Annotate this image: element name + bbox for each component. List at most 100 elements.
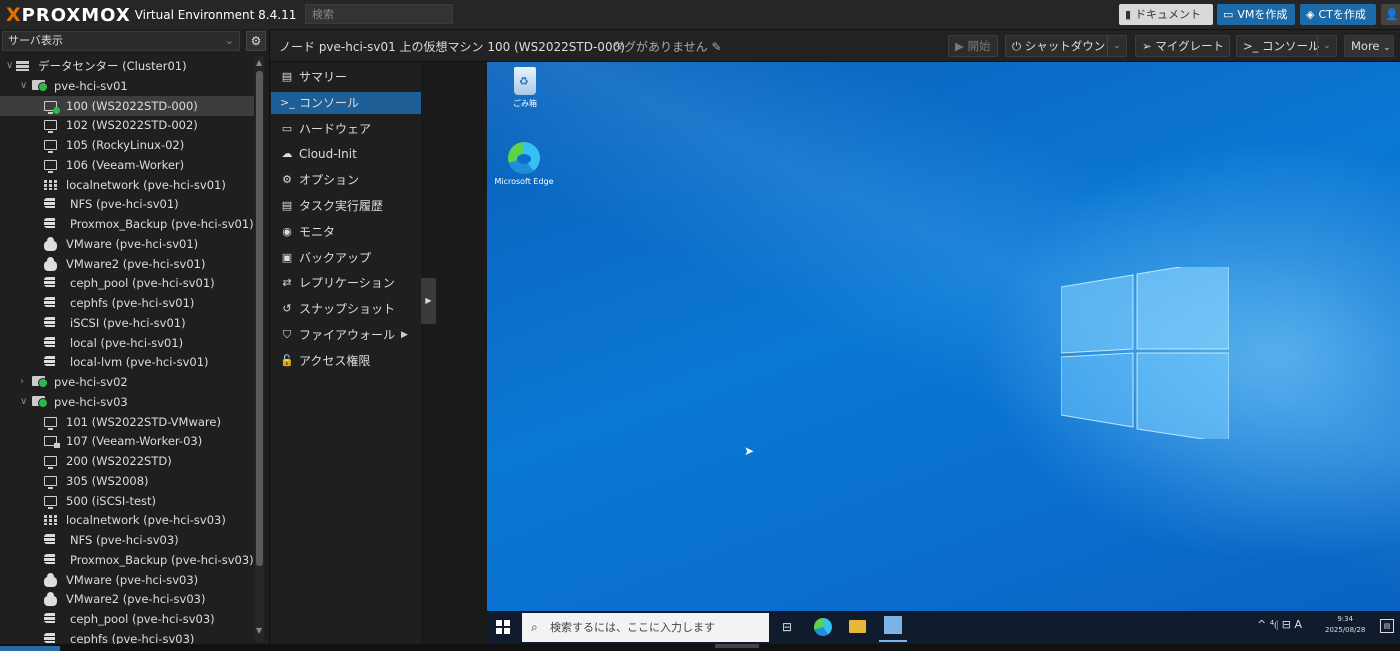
server-manager-icon[interactable] [884, 616, 902, 634]
tree-item-label: VMware2 (pve-hci-sv03) [66, 592, 206, 607]
windows-start-icon[interactable] [496, 620, 510, 634]
search-input[interactable]: 検索 [305, 4, 453, 24]
tree-item[interactable]: local (pve-hci-sv01) [0, 333, 254, 353]
system-tray[interactable]: ^ ⁴⦇ ⊟ A [1257, 618, 1302, 632]
tree-item[interactable]: 500 (iSCSI-test) [0, 491, 254, 511]
tree-item[interactable]: 100 (WS2022STD-000) [0, 95, 254, 116]
tree-item[interactable]: iSCSI (pve-hci-sv01) [0, 313, 254, 333]
nav-item[interactable]: 🔓 アクセス権限 [271, 350, 421, 372]
recycle-bin-shortcut[interactable]: ごみ箱 [505, 67, 545, 109]
tree-item[interactable]: Proxmox_Backup (pve-hci-sv03) [0, 550, 254, 570]
nav-item[interactable]: ▤ タスク実行履歴 [271, 195, 421, 217]
proxmox-logo[interactable]: X PROXMOX Virtual Environment 8.4.11 [6, 5, 296, 26]
console-button[interactable]: >_ コンソール ⌄ [1236, 35, 1337, 57]
tree-item-label: cephfs (pve-hci-sv03) [70, 631, 195, 644]
tree-item[interactable]: 101 (WS2022STD-VMware) [0, 412, 254, 432]
storage-icon [44, 356, 57, 367]
tree-item[interactable]: local-lvm (pve-hci-sv01) [0, 352, 254, 372]
storage-icon [44, 336, 57, 347]
vm-icon [44, 495, 57, 509]
nav-item[interactable]: ◉ モニタ [271, 221, 421, 243]
nav-item[interactable]: ⚙ オプション [271, 169, 421, 191]
notification-icon[interactable]: ▤ [1380, 619, 1394, 633]
collapse-nav-button[interactable]: ▶ [421, 278, 436, 324]
tree-item[interactable]: VMware2 (pve-hci-sv01) [0, 254, 254, 274]
shutdown-dropdown-icon[interactable]: ⌄ [1107, 36, 1126, 56]
console-dropdown-icon[interactable]: ⌄ [1317, 36, 1336, 56]
tree-item-label: Proxmox_Backup (pve-hci-sv03) [70, 552, 254, 567]
nav-item[interactable]: ▣ バックアップ [271, 247, 421, 269]
tree-item[interactable]: › pve-hci-sv02 [0, 372, 254, 392]
nav-item[interactable]: ↺ スナップショット [271, 298, 421, 320]
nav-item[interactable]: ⛉ ファイアウォール ▶ [271, 324, 421, 346]
tree-item-label: iSCSI (pve-hci-sv01) [70, 315, 186, 330]
tree-item-label: local (pve-hci-sv01) [70, 335, 184, 350]
tree-item[interactable]: ceph_pool (pve-hci-sv01) [0, 273, 254, 293]
cloud-storage-icon [44, 572, 57, 587]
nav-item[interactable]: >_ コンソール [271, 91, 421, 114]
taskbar-clock[interactable]: 9:34 2025/08/28 [1325, 614, 1365, 636]
start-button[interactable]: ▶ 開始 [948, 35, 998, 57]
tree-item[interactable]: 102 (WS2022STD-002) [0, 115, 254, 135]
nav-item[interactable]: ☁ Cloud-Init [271, 143, 421, 165]
scroll-up-icon[interactable]: ▲ [256, 58, 262, 67]
expand-toggle-icon[interactable]: › [20, 372, 24, 392]
content-header: ノード pve-hci-sv01 上の仮想マシン 100 (WS2022STD-… [270, 30, 1400, 62]
taskbar-search-input[interactable]: ⌕ 検索するには、ここに入力します [522, 613, 769, 642]
create-vm-button[interactable]: ▭ VMを作成 [1217, 4, 1295, 25]
summary-icon: ▤ [281, 70, 293, 83]
edge-shortcut[interactable]: Microsoft Edge [493, 142, 555, 186]
vm-icon [44, 140, 57, 153]
tags-editor[interactable]: タグがありません ✎ [612, 38, 722, 55]
scroll-down-icon[interactable]: ▼ [256, 626, 262, 635]
tree-item[interactable]: localnetwork (pve-hci-sv03) [0, 510, 254, 530]
tree-item[interactable]: 107 (Veeam-Worker-03) [0, 431, 254, 451]
migrate-button[interactable]: ➢ マイグレート [1135, 35, 1230, 57]
tree-item[interactable]: ∨ データセンター (Cluster01) [0, 56, 254, 76]
shutdown-button[interactable]: ⏻ シャットダウン ⌄ [1005, 35, 1127, 57]
vm-console-screen[interactable]: ごみ箱 Microsoft Edge ➤ [487, 62, 1400, 611]
tree-item[interactable]: 305 (WS2008) [0, 471, 254, 491]
tree-item[interactable]: 200 (WS2022STD) [0, 451, 254, 471]
tree-item[interactable]: NFS (pve-hci-sv03) [0, 530, 254, 550]
user-menu-button[interactable]: 👤 [1381, 4, 1400, 25]
submenu-arrow-icon: ▶ [401, 330, 408, 340]
nav-item[interactable]: ⇄ レプリケーション [271, 272, 421, 294]
nav-item[interactable]: ▭ ハードウェア [271, 118, 421, 140]
cloud-storage-icon [44, 256, 57, 271]
file-explorer-icon[interactable] [849, 620, 866, 633]
tree-item[interactable]: ∨ pve-hci-sv01 [0, 76, 254, 96]
windows-wallpaper-logo [1061, 267, 1229, 439]
documentation-button[interactable]: ▮ ドキュメント [1119, 4, 1213, 25]
tree-item[interactable]: localnetwork (pve-hci-sv01) [0, 175, 254, 195]
resize-handle[interactable] [715, 644, 759, 648]
expand-toggle-icon[interactable]: ∨ [20, 76, 27, 96]
unlock-icon: 🔓 [280, 353, 294, 367]
tree-item[interactable]: cephfs (pve-hci-sv03) [0, 629, 254, 644]
task-view-icon[interactable]: ⊟ [777, 617, 797, 637]
pencil-icon[interactable]: ✎ [711, 40, 721, 54]
tree-item[interactable]: cephfs (pve-hci-sv01) [0, 293, 254, 313]
tree-item[interactable]: NFS (pve-hci-sv01) [0, 194, 254, 214]
expand-toggle-icon[interactable]: ∨ [20, 392, 27, 412]
tree-item[interactable]: 106 (Veeam-Worker) [0, 155, 254, 175]
tree-item[interactable]: ∨ pve-hci-sv03 [0, 392, 254, 412]
play-icon: ▶ [955, 39, 964, 53]
tree-item[interactable]: 105 (RockyLinux-02) [0, 135, 254, 155]
taskbar-edge-icon[interactable] [814, 618, 832, 636]
expand-toggle-icon[interactable]: ∨ [6, 56, 13, 76]
create-ct-button[interactable]: ◈ CTを作成 [1300, 4, 1376, 25]
tree-settings-button[interactable]: ⚙ [246, 31, 266, 51]
tree-item-label: データセンター (Cluster01) [38, 59, 187, 73]
task-log-tab[interactable] [0, 646, 60, 651]
tree-scrollbar-thumb[interactable] [256, 71, 263, 566]
more-button[interactable]: More ⌄ [1344, 35, 1394, 57]
view-selector[interactable]: サーバ表示 ⌄ [2, 31, 240, 51]
tree-item[interactable]: VMware2 (pve-hci-sv03) [0, 589, 254, 609]
nav-item[interactable]: ▤ サマリー [271, 66, 421, 88]
tree-item[interactable]: VMware (pve-hci-sv01) [0, 234, 254, 254]
tree-item[interactable]: ceph_pool (pve-hci-sv03) [0, 609, 254, 629]
tree-item[interactable]: Proxmox_Backup (pve-hci-sv01) [0, 214, 254, 234]
tree-item[interactable]: VMware (pve-hci-sv03) [0, 570, 254, 590]
hardware-icon: ▭ [281, 121, 293, 135]
